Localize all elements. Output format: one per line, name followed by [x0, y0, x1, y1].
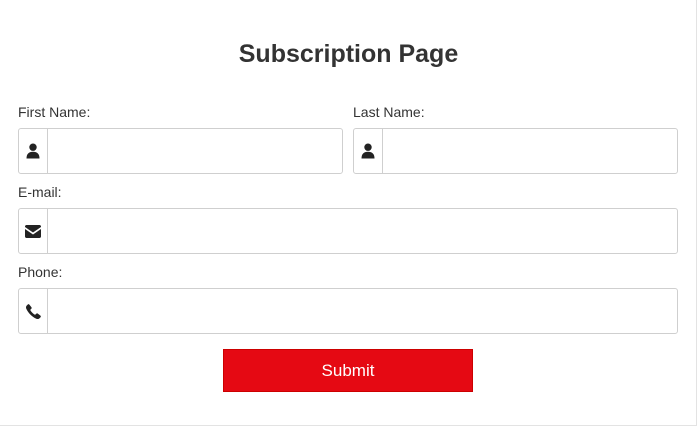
last-name-label: Last Name: — [353, 104, 425, 120]
page-title: Subscription Page — [238, 40, 459, 68]
envelope-icon — [18, 208, 48, 254]
phone-input[interactable] — [47, 288, 678, 334]
user-icon — [353, 128, 383, 174]
email-input[interactable] — [47, 208, 678, 254]
last-name-field-group — [353, 128, 678, 174]
submit-button[interactable]: Submit — [223, 349, 473, 392]
page-frame: Subscription Page First Name: Last Name:… — [0, 0, 697, 426]
first-name-input[interactable] — [47, 128, 343, 174]
user-icon — [18, 128, 48, 174]
phone-field-group — [18, 288, 678, 334]
first-name-label: First Name: — [18, 104, 91, 120]
last-name-input[interactable] — [382, 128, 678, 174]
phone-icon — [18, 288, 48, 334]
phone-label: Phone: — [18, 264, 63, 280]
email-label: E-mail: — [18, 184, 62, 200]
email-field-group — [18, 208, 678, 254]
first-name-field-group — [18, 128, 343, 174]
